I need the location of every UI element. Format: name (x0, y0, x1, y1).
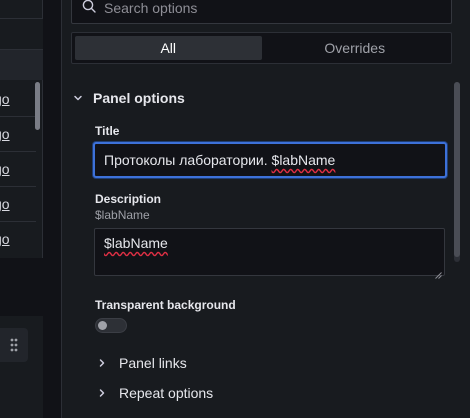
chevron-right-icon (97, 355, 107, 371)
left-panel: go go go go go (0, 0, 43, 258)
list-item[interactable]: go (0, 117, 36, 152)
transparent-background-label: Transparent background (95, 298, 236, 312)
chevron-down-icon (73, 90, 83, 106)
description-textarea[interactable]: $labName (94, 228, 445, 279)
description-value: $labName (104, 235, 168, 251)
title-value-variable: $labName (271, 152, 336, 168)
tab-all[interactable]: All (75, 36, 262, 60)
toggle-knob (98, 321, 107, 330)
resize-grip-icon[interactable] (435, 266, 442, 279)
list-item[interactable]: go (0, 187, 36, 222)
repeat-options-label: Repeat options (119, 385, 214, 401)
options-tabs: All Overrides (71, 32, 452, 64)
description-hint: $labName (95, 208, 150, 222)
repeat-options-section-toggle[interactable]: Repeat options (97, 382, 213, 404)
panel-links-label: Panel links (119, 355, 187, 371)
panel-links-section-toggle[interactable]: Panel links (97, 352, 187, 374)
search-icon (82, 0, 96, 18)
chevron-right-icon (97, 385, 107, 401)
drag-handle-icon[interactable] (0, 328, 28, 362)
left-panel-header (0, 18, 43, 50)
transparent-background-toggle[interactable] (95, 318, 127, 333)
description-label: Description (95, 192, 162, 206)
list-item[interactable]: go (0, 222, 36, 257)
search-placeholder: Search options (104, 0, 198, 16)
left-panel-scrollbar[interactable] (35, 82, 40, 130)
tab-overrides[interactable]: Overrides (262, 36, 449, 60)
title-value-prefix: Протоколы лаборатории. (104, 152, 272, 168)
title-label: Title (95, 124, 120, 138)
section-title: Panel options (93, 90, 185, 106)
search-input[interactable]: Search options (71, 0, 452, 24)
title-field[interactable]: Протоколы лаборатории. $labName (93, 142, 447, 178)
options-scrollbar-thumb[interactable] (454, 82, 460, 257)
list-item[interactable]: go (0, 82, 36, 117)
list-item[interactable]: go (0, 152, 36, 187)
left-panel-selected-row[interactable] (0, 50, 43, 80)
panel-options-section-toggle[interactable]: Panel options (73, 86, 185, 110)
panel-options-pane: Search options All Overrides Panel optio… (61, 0, 470, 418)
